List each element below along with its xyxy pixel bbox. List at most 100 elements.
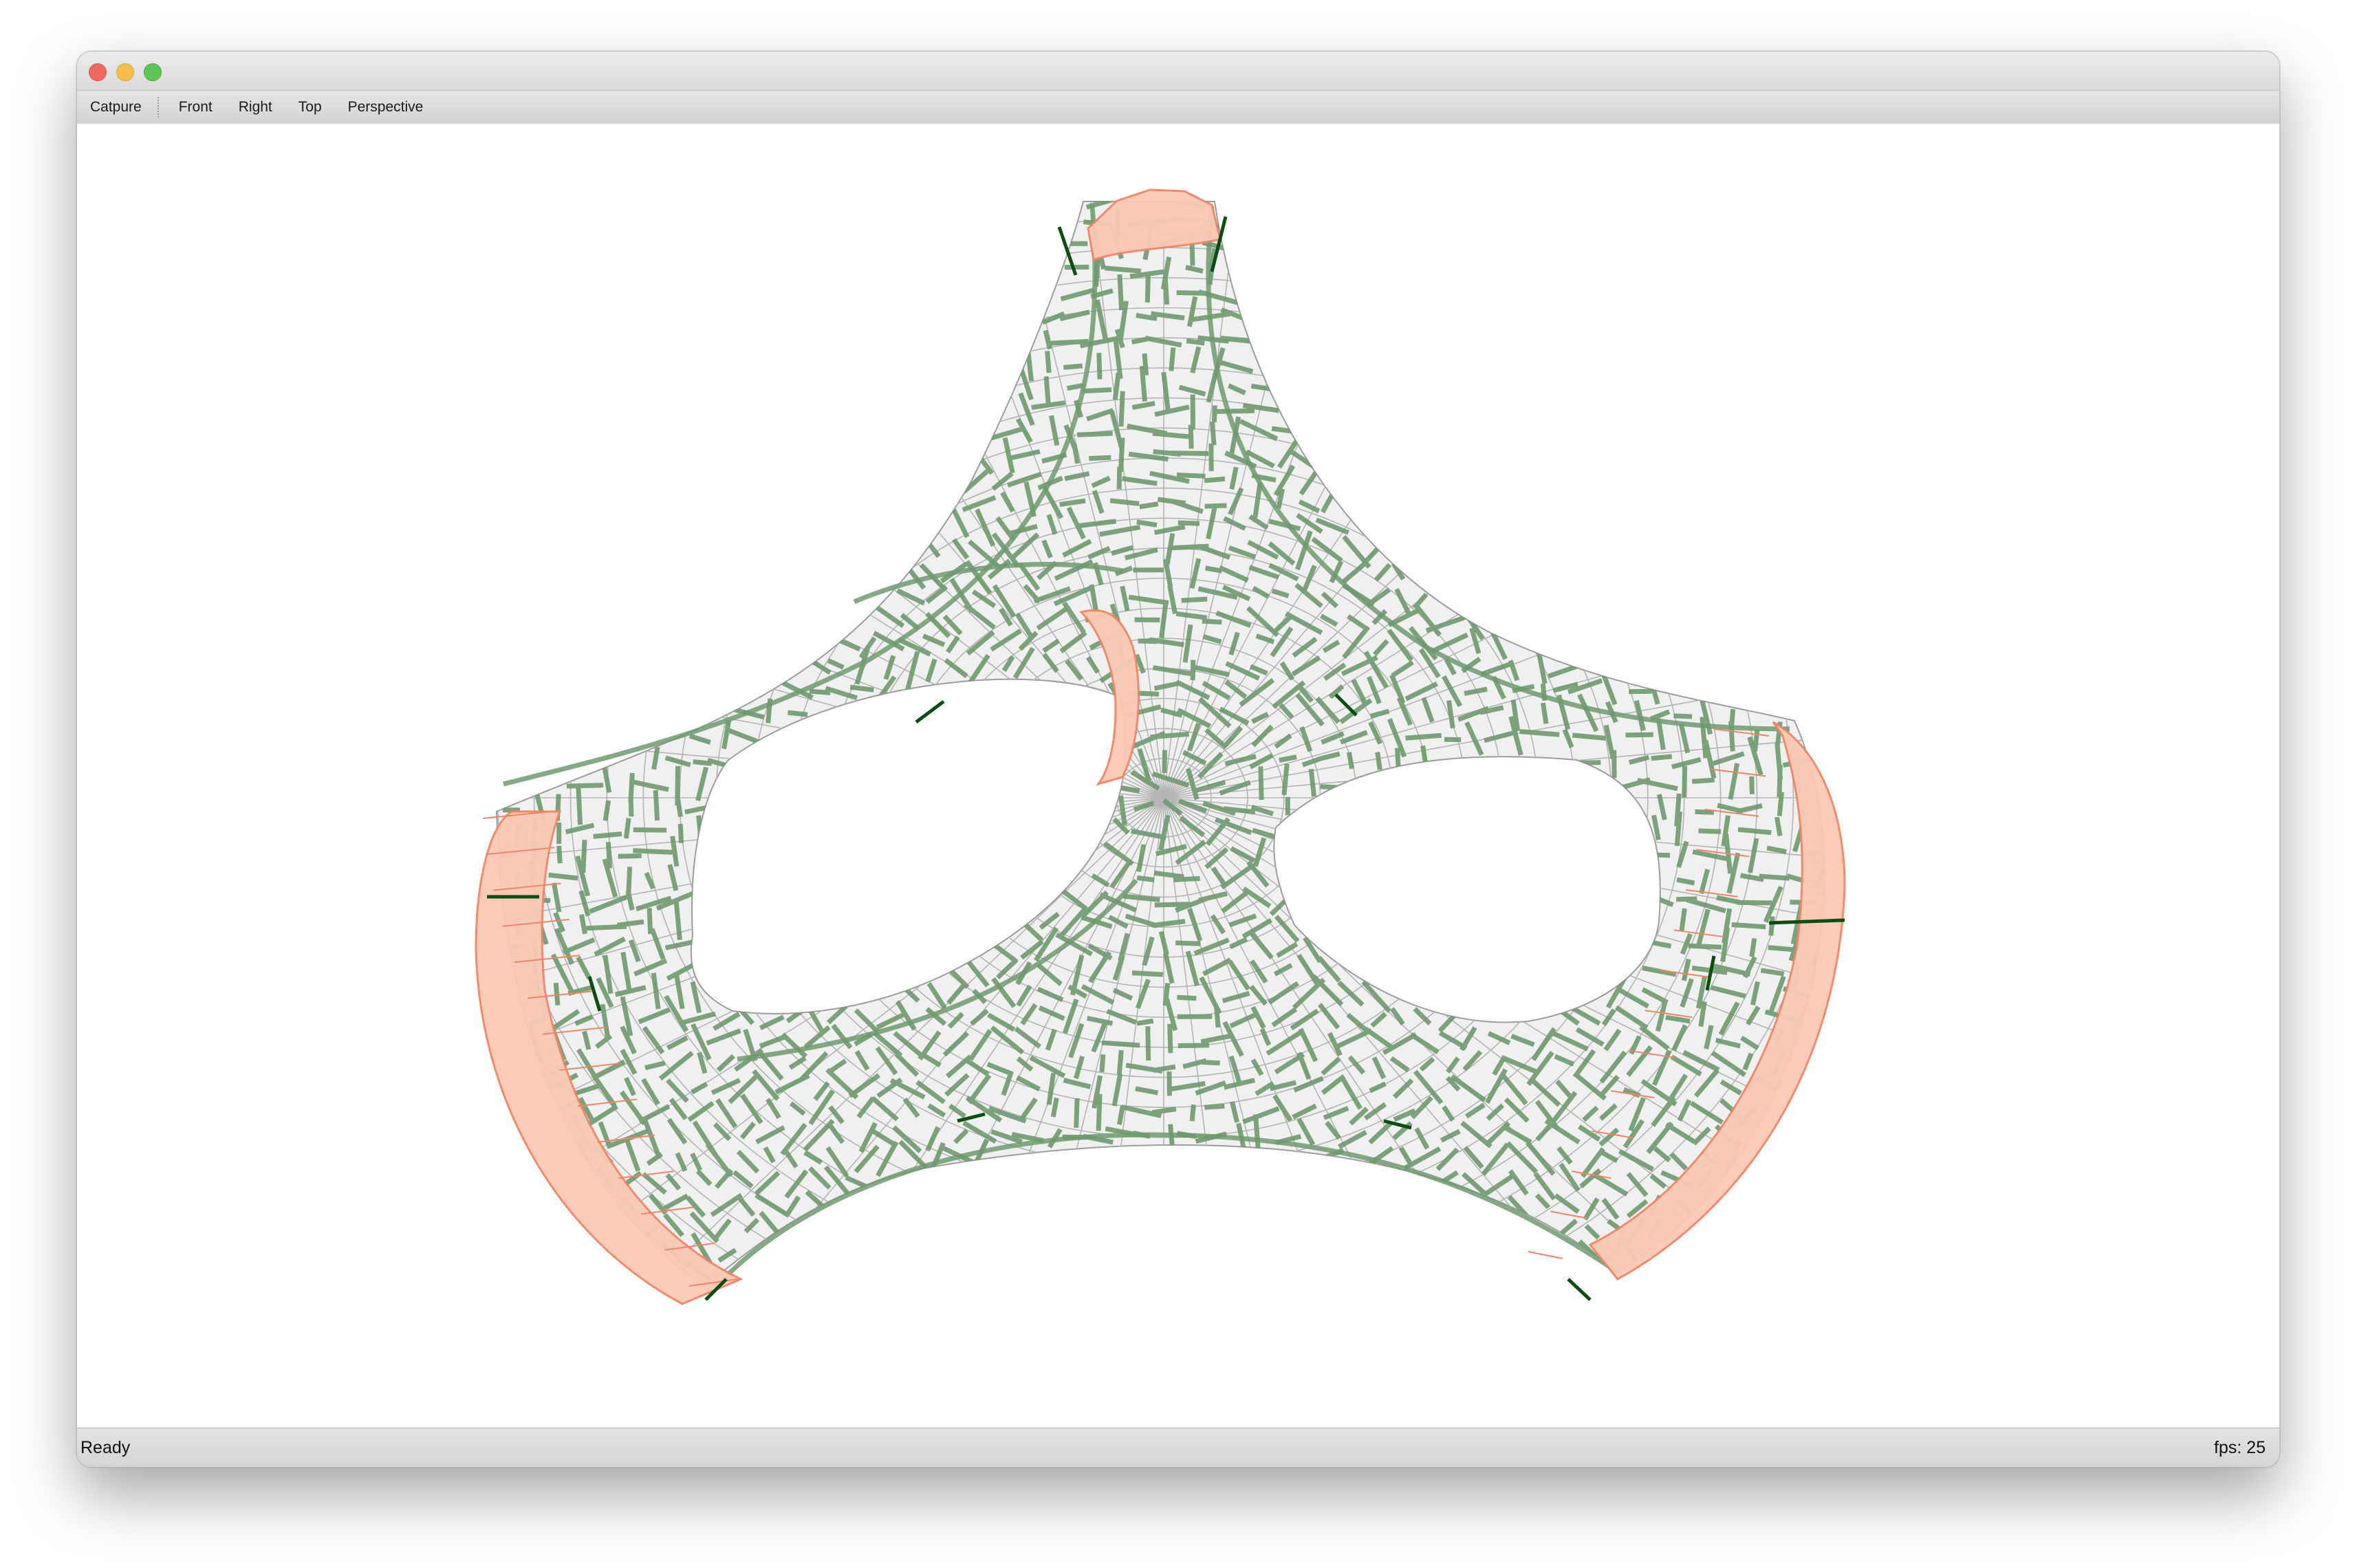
stress-mark [1673, 713, 1693, 719]
stress-mark [1625, 732, 1653, 738]
stress-mark [576, 787, 583, 825]
stress-mark [628, 772, 635, 803]
stress-mark [1118, 391, 1125, 427]
stress-mark [1629, 688, 1652, 695]
stress-mark [566, 783, 604, 789]
stress-mark [1688, 943, 1722, 950]
stress-mark [1101, 1040, 1140, 1048]
stress-mark [1116, 1049, 1124, 1075]
stress-mark [1540, 702, 1549, 724]
stress-mark [1204, 1103, 1225, 1110]
stress-mark [1145, 1026, 1151, 1061]
stress-mark [1076, 431, 1113, 437]
stress-mark [1116, 466, 1122, 490]
stress-mark [1117, 274, 1125, 311]
stress-mark [1210, 421, 1217, 446]
stress-mark [1173, 875, 1200, 882]
stress-mark [1139, 366, 1147, 402]
top-view-button[interactable]: Top [285, 91, 335, 124]
stress-mark [1572, 732, 1606, 741]
stress-mark [788, 710, 808, 717]
zoom-window-button[interactable] [144, 63, 162, 81]
stress-mark [1177, 994, 1197, 1001]
stress-mark [1204, 476, 1226, 483]
title-bar[interactable] [77, 52, 2279, 90]
toolbar-separator [157, 97, 159, 118]
stress-mark [1131, 970, 1163, 977]
stress-mark [593, 831, 622, 839]
stress-mark [1519, 729, 1560, 737]
status-text: Ready [80, 1438, 131, 1457]
stress-mark [1220, 336, 1259, 344]
stress-mark [1043, 376, 1051, 403]
stress-mark [1167, 1023, 1173, 1054]
force-mark [1567, 1278, 1592, 1301]
stress-mark [1223, 806, 1256, 815]
stress-mark [1202, 618, 1222, 625]
fps-counter: fps: 25 [2213, 1438, 2266, 1457]
stress-mark [1109, 498, 1140, 506]
stress-mark [1175, 940, 1201, 946]
stress-mark [1139, 501, 1159, 510]
stress-mark [1112, 372, 1121, 400]
stress-mark [1281, 763, 1290, 796]
3d-viewport[interactable] [77, 124, 2279, 1427]
perspective-view-button[interactable]: Perspective [335, 91, 437, 124]
front-view-button[interactable]: Front [166, 91, 226, 124]
stress-mark [1737, 827, 1772, 836]
stress-mark [617, 919, 644, 928]
stress-mark [1405, 732, 1442, 741]
stress-mark [809, 688, 831, 695]
stress-mark [1213, 1005, 1221, 1028]
stress-mark [653, 790, 660, 821]
stress-mark [675, 798, 683, 818]
stress-mark [1649, 852, 1671, 858]
stress-mark [1676, 896, 1697, 902]
stress-mark [1050, 1097, 1059, 1118]
stress-mark [1072, 443, 1081, 464]
stress-mark [1271, 426, 1295, 434]
stress-mark [1186, 338, 1205, 346]
stress-mark [1651, 754, 1673, 761]
stress-mark [1211, 405, 1217, 423]
support-segment [1528, 1251, 1563, 1259]
close-window-button[interactable] [89, 63, 107, 81]
stress-mark [1176, 472, 1206, 479]
stress-mark [1346, 752, 1355, 770]
stress-mark [633, 848, 673, 855]
stress-mark [623, 818, 631, 839]
stress-mark [1691, 777, 1715, 784]
stress-mark [548, 872, 578, 881]
stress-mark [1063, 363, 1083, 370]
stress-mark [1731, 922, 1766, 930]
stress-mark [1679, 908, 1687, 932]
force-mark [915, 700, 945, 723]
stress-mark [1777, 792, 1784, 816]
stress-mark [1166, 1071, 1172, 1096]
stress-mark [1136, 875, 1155, 882]
stress-mark [1759, 873, 1790, 881]
capture-button[interactable]: Catpure [77, 91, 155, 124]
stress-mark [1676, 877, 1695, 886]
stress-mark [1737, 900, 1772, 906]
stress-mark [1279, 754, 1297, 763]
stress-mark [553, 982, 561, 1005]
stress-mark [1162, 750, 1167, 774]
stress-mark [1189, 1104, 1196, 1122]
stress-mark [1136, 1019, 1154, 1026]
stress-mark [1181, 596, 1208, 603]
status-bar: Ready fps: 25 [77, 1428, 2279, 1467]
stress-mark [1170, 450, 1209, 456]
minimize-window-button[interactable] [116, 63, 134, 81]
stress-mark [1253, 1114, 1261, 1154]
stress-mark [1169, 347, 1176, 371]
right-view-button[interactable]: Right [226, 91, 285, 124]
stress-mark [1395, 748, 1401, 769]
stress-mark [1104, 265, 1142, 274]
stress-mark [556, 845, 563, 864]
stress-mark [603, 800, 611, 821]
stress-mark [1089, 455, 1111, 461]
toolbar: Catpure Front Right Top Perspective [77, 90, 2279, 124]
stress-mark [1099, 1054, 1106, 1073]
stress-mark [1096, 1093, 1103, 1131]
